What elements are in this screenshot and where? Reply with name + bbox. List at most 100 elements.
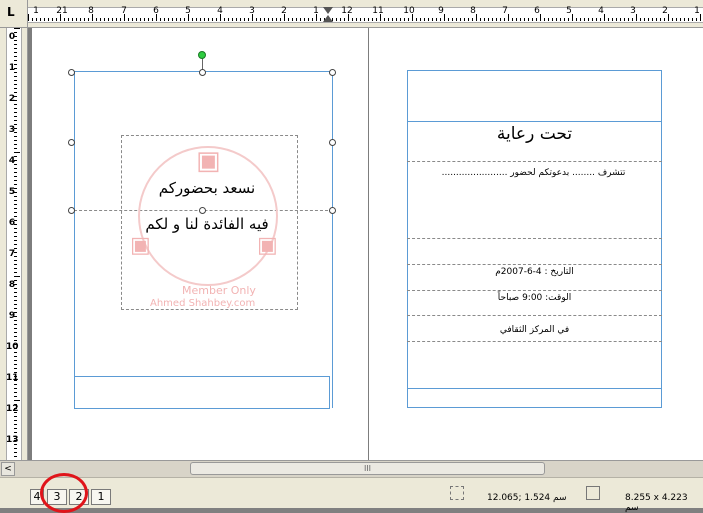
ruler-tick <box>14 44 17 45</box>
ruler-tick <box>592 18 593 21</box>
size-readout: 8.255 x 4.223 سم <box>625 493 688 513</box>
ruler-tick <box>14 268 17 269</box>
ruler-tick <box>532 18 533 21</box>
ruler-number: 8 <box>470 6 476 16</box>
ruler-tick <box>14 344 17 345</box>
ruler-number: 3 <box>8 125 16 135</box>
ruler-tick <box>628 18 629 21</box>
ruler-tick <box>14 220 17 221</box>
ruler-tick <box>14 416 17 417</box>
ruler-tick <box>14 312 17 313</box>
ruler-tick <box>516 18 517 21</box>
ruler-number: 1 <box>33 6 39 16</box>
ruler-tick <box>14 180 17 181</box>
selection-handle[interactable] <box>329 69 336 76</box>
ruler-tick <box>14 140 17 141</box>
ruler-tick <box>14 40 17 41</box>
right-footer-box[interactable] <box>407 388 662 408</box>
selection-handle[interactable] <box>199 69 206 76</box>
guide-line <box>407 161 662 162</box>
ruler-tick <box>14 76 17 77</box>
ruler-tick <box>400 18 401 21</box>
ruler-tick <box>600 18 601 21</box>
ruler-tick <box>152 18 153 21</box>
ruler-tick <box>14 336 17 337</box>
ruler-tick <box>220 14 221 21</box>
ruler-tick <box>14 256 17 257</box>
ruler-tick <box>14 148 17 149</box>
ruler-tick <box>208 18 209 21</box>
page-button-1[interactable]: 1 <box>91 489 111 505</box>
ruler-tick <box>180 18 181 21</box>
ruler-number: 12 <box>341 6 353 16</box>
greeting-line-1[interactable]: نسعد بحضوركم <box>122 179 292 197</box>
ruler-tick <box>14 100 17 101</box>
right-page[interactable]: تحت رعاية تتشرف ........ بدعوتكم لحضور .… <box>369 28 703 460</box>
ruler-tick <box>48 18 49 21</box>
place-line[interactable]: في المركز الثقافي <box>407 325 662 335</box>
ruler-tick <box>548 18 549 21</box>
indent-marker-icon[interactable] <box>323 7 333 14</box>
ruler-tick <box>300 18 301 21</box>
ruler-tick <box>528 18 529 21</box>
ruler-tick <box>184 18 185 21</box>
ruler-tick <box>14 428 17 429</box>
ruler-tick <box>14 328 17 329</box>
ruler-tick <box>440 18 441 21</box>
ruler-tick <box>14 156 17 157</box>
guide-line <box>407 341 662 342</box>
time-line[interactable]: الوقت: 9:00 صباحاً <box>407 293 662 303</box>
selection-handle[interactable] <box>68 139 75 146</box>
document-workspace[interactable]: ▣ ▣ ▣ Member Only Ahmed Shahbey.com نسعد… <box>28 28 703 460</box>
ruler-tick <box>384 18 385 21</box>
ruler-tick <box>132 18 133 21</box>
ruler-tick <box>14 164 17 165</box>
ruler-tick <box>464 18 465 21</box>
selection-handle[interactable] <box>329 139 336 146</box>
ruler-tick <box>14 108 17 109</box>
ruler-tick <box>424 18 425 21</box>
ruler-tick <box>200 18 201 21</box>
selection-handle[interactable] <box>68 207 75 214</box>
horizontal-scrollbar[interactable]: < III <box>0 460 703 477</box>
right-page-frame[interactable] <box>407 70 662 408</box>
ruler-tick <box>588 18 589 21</box>
ruler-tick <box>404 18 405 21</box>
ruler-tick <box>14 376 17 377</box>
left-page[interactable]: ▣ ▣ ▣ Member Only Ahmed Shahbey.com نسعد… <box>32 28 368 460</box>
ruler-tick <box>412 14 413 21</box>
indent-marker-bottom-icon[interactable] <box>323 15 333 22</box>
ruler-tick <box>14 260 17 261</box>
ruler-tick <box>72 18 73 21</box>
ruler-tick <box>14 332 17 333</box>
greeting-line-2[interactable]: فيه الفائدة لنا و لكم <box>122 215 292 233</box>
annotation-circle <box>40 473 88 513</box>
ruler-tick <box>344 18 345 21</box>
ruler-tick <box>240 18 241 21</box>
left-footer-box[interactable] <box>74 376 330 409</box>
rotation-handle[interactable] <box>198 51 206 59</box>
ruler-tick <box>14 448 17 449</box>
scroll-thumb[interactable]: III <box>190 462 545 475</box>
ruler-number: 1 <box>694 6 700 16</box>
selection-handle[interactable] <box>68 69 75 76</box>
heading-text[interactable]: تحت رعاية <box>407 124 662 144</box>
ruler-tick <box>14 48 17 49</box>
ruler-tick <box>444 14 445 21</box>
ruler-number: 7 <box>8 249 16 259</box>
ruler-tick <box>688 18 689 21</box>
ruler-tick <box>14 28 20 29</box>
ruler-tick <box>312 18 313 21</box>
selection-handle[interactable] <box>329 207 336 214</box>
horizontal-ruler[interactable]: 1 21 8 7 6 5 4 3 2 1 12 11 10 9 8 7 6 5 4 3 2 1 <box>28 0 703 28</box>
ruler-tick <box>14 280 17 281</box>
scroll-left-arrow-icon[interactable]: < <box>1 462 15 476</box>
date-line[interactable]: التاريخ : 4-6-2007م <box>407 267 662 277</box>
invite-line[interactable]: تتشرف ........ بدعوتكم لحضور ...........… <box>415 168 652 178</box>
ruler-corner[interactable]: L <box>0 0 28 28</box>
ruler-tick <box>352 18 353 21</box>
vertical-ruler[interactable]: 0 1 2 3 4 5 6 7 8 9 10 11 12 13 <box>0 28 28 460</box>
ruler-number: 4 <box>598 6 604 16</box>
ruler-tick <box>684 18 685 21</box>
ruler-tick <box>68 18 69 21</box>
